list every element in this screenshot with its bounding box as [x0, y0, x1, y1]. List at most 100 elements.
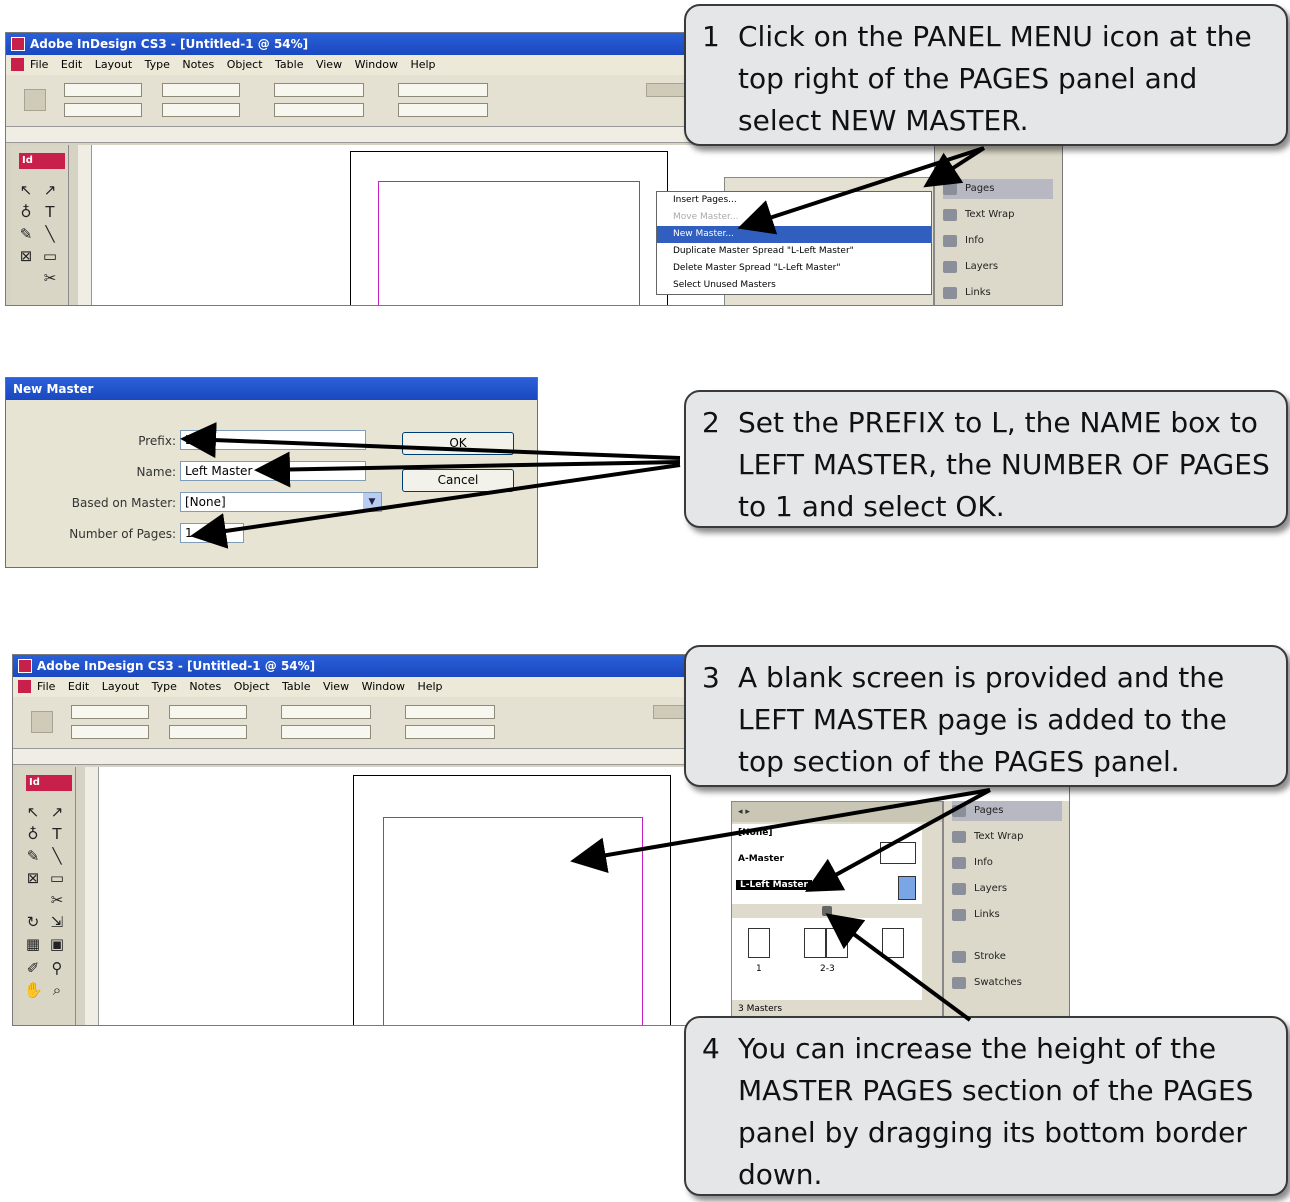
- menu-edit[interactable]: Edit: [61, 55, 82, 75]
- pen-tool-icon[interactable]: ♁: [17, 203, 35, 221]
- rectangle-frame-tool-icon[interactable]: ⊠: [24, 869, 42, 887]
- tab-info[interactable]: Info: [943, 231, 1053, 251]
- menu-object[interactable]: Object: [227, 55, 263, 75]
- menu-insert-pages[interactable]: Insert Pages...: [657, 192, 931, 209]
- ok-button[interactable]: OK: [402, 432, 514, 455]
- pencil-tool-icon[interactable]: ✎: [17, 225, 35, 243]
- x-field[interactable]: [64, 83, 142, 97]
- scissors-tool-icon[interactable]: ✂: [48, 891, 66, 909]
- selection-tool-icon[interactable]: ↖: [17, 181, 35, 199]
- scale-x-field[interactable]: [274, 83, 364, 97]
- eyedropper-tool-icon[interactable]: ⚲: [48, 959, 66, 977]
- menu-new-master[interactable]: New Master...: [657, 226, 931, 243]
- menu-layout[interactable]: Layout: [95, 55, 132, 75]
- tab-pages[interactable]: Pages: [943, 179, 1053, 199]
- window-title: Adobe InDesign CS3 - [Untitled-1 @ 54%]: [37, 659, 316, 673]
- section-resize-handle[interactable]: [822, 906, 832, 916]
- hand-tool-icon[interactable]: ✋: [24, 981, 43, 999]
- y-field[interactable]: [64, 103, 142, 117]
- gradient-tool-icon[interactable]: ▦: [24, 935, 42, 953]
- menu-notes[interactable]: Notes: [182, 55, 214, 75]
- menu-file[interactable]: File: [37, 677, 55, 697]
- menu-table[interactable]: Table: [275, 55, 303, 75]
- w-field[interactable]: [169, 705, 247, 719]
- menu-type[interactable]: Type: [152, 677, 177, 697]
- selection-tool-icon[interactable]: ↖: [24, 803, 42, 821]
- direct-selection-tool-icon[interactable]: ↗: [48, 803, 66, 821]
- tab-info[interactable]: Info: [952, 853, 1062, 873]
- rotate-field[interactable]: [398, 83, 488, 97]
- number-of-pages-input[interactable]: 1: [180, 523, 244, 543]
- page-thumb-1[interactable]: [748, 928, 770, 958]
- rectangle-tool-icon[interactable]: ▭: [41, 247, 59, 265]
- menu-window[interactable]: Window: [362, 677, 405, 697]
- tab-links[interactable]: Links: [952, 905, 1062, 925]
- type-tool-icon[interactable]: T: [48, 825, 66, 843]
- scissors-tool-icon[interactable]: ✂: [41, 269, 59, 287]
- menu-delete-master-spread[interactable]: Delete Master Spread "L-Left Master": [657, 260, 931, 277]
- y-field[interactable]: [71, 725, 149, 739]
- based-on-master-select[interactable]: [None] ▼: [180, 492, 382, 512]
- tab-stroke[interactable]: Stroke: [952, 947, 1062, 967]
- menu-object[interactable]: Object: [234, 677, 270, 697]
- menu-view[interactable]: View: [316, 55, 342, 75]
- cancel-button[interactable]: Cancel: [402, 469, 514, 492]
- pen-tool-icon[interactable]: ♁: [24, 825, 42, 843]
- rectangle-tool-icon[interactable]: ▭: [48, 869, 66, 887]
- menu-edit[interactable]: Edit: [68, 677, 89, 697]
- scale-tool-icon[interactable]: ⇲: [48, 913, 66, 931]
- reference-point-icon[interactable]: [24, 89, 46, 111]
- menu-help[interactable]: Help: [410, 55, 435, 75]
- zoom-tool-icon[interactable]: ⌕: [48, 981, 66, 999]
- prefix-input[interactable]: L: [180, 430, 366, 450]
- note-tool-icon[interactable]: ✐: [24, 959, 42, 977]
- menu-layout[interactable]: Layout: [102, 677, 139, 697]
- tab-layers[interactable]: Layers: [943, 257, 1053, 277]
- scale-y-field[interactable]: [274, 103, 364, 117]
- master-a[interactable]: A-Master: [738, 854, 784, 864]
- menu-table[interactable]: Table: [282, 677, 310, 697]
- menu-notes[interactable]: Notes: [189, 677, 221, 697]
- tab-swatches[interactable]: Swatches: [952, 973, 1062, 993]
- rectangle-frame-tool-icon[interactable]: ⊠: [17, 247, 35, 265]
- scale-y-field[interactable]: [281, 725, 371, 739]
- line-tool-icon[interactable]: ╲: [41, 225, 59, 243]
- rotate-tool-icon[interactable]: ↻: [24, 913, 42, 931]
- menu-type[interactable]: Type: [145, 55, 170, 75]
- name-input[interactable]: Left Master: [180, 461, 366, 481]
- scale-x-field[interactable]: [281, 705, 371, 719]
- type-tool-icon[interactable]: T: [41, 203, 59, 221]
- menu-help[interactable]: Help: [417, 677, 442, 697]
- menu-view[interactable]: View: [323, 677, 349, 697]
- page-thumb-4[interactable]: [882, 928, 904, 958]
- reference-point-icon[interactable]: [31, 711, 53, 733]
- button-tool-icon[interactable]: ▣: [48, 935, 66, 953]
- tab-layers[interactable]: Layers: [952, 879, 1062, 899]
- h-field[interactable]: [169, 725, 247, 739]
- shear-field[interactable]: [405, 725, 495, 739]
- tab-links[interactable]: Links: [943, 283, 1053, 303]
- direct-selection-tool-icon[interactable]: ↗: [41, 181, 59, 199]
- pencil-tool-icon[interactable]: ✎: [24, 847, 42, 865]
- tab-text-wrap[interactable]: Text Wrap: [952, 827, 1062, 847]
- tab-pages[interactable]: Pages: [952, 801, 1062, 821]
- menu-select-unused-masters[interactable]: Select Unused Masters: [657, 277, 931, 294]
- menu-window[interactable]: Window: [355, 55, 398, 75]
- page-thumb-3[interactable]: [826, 928, 848, 958]
- w-field[interactable]: [162, 83, 240, 97]
- master-left-selected[interactable]: L-Left Master: [736, 880, 812, 890]
- rotate-field[interactable]: [405, 705, 495, 719]
- tab-text-wrap[interactable]: Text Wrap: [943, 205, 1053, 225]
- tab-info-label: Info: [974, 857, 993, 868]
- menu-file[interactable]: File: [30, 55, 48, 75]
- x-field[interactable]: [71, 705, 149, 719]
- menu-move-master[interactable]: Move Master...: [657, 209, 931, 226]
- page-thumb-2[interactable]: [804, 928, 826, 958]
- h-field[interactable]: [162, 103, 240, 117]
- callout-3-number: 3: [702, 661, 720, 694]
- master-none[interactable]: [None]: [738, 828, 772, 838]
- line-tool-icon[interactable]: ╲: [48, 847, 66, 865]
- shear-field[interactable]: [398, 103, 488, 117]
- chevron-down-icon[interactable]: ▼: [363, 493, 381, 511]
- menu-duplicate-master-spread[interactable]: Duplicate Master Spread "L-Left Master": [657, 243, 931, 260]
